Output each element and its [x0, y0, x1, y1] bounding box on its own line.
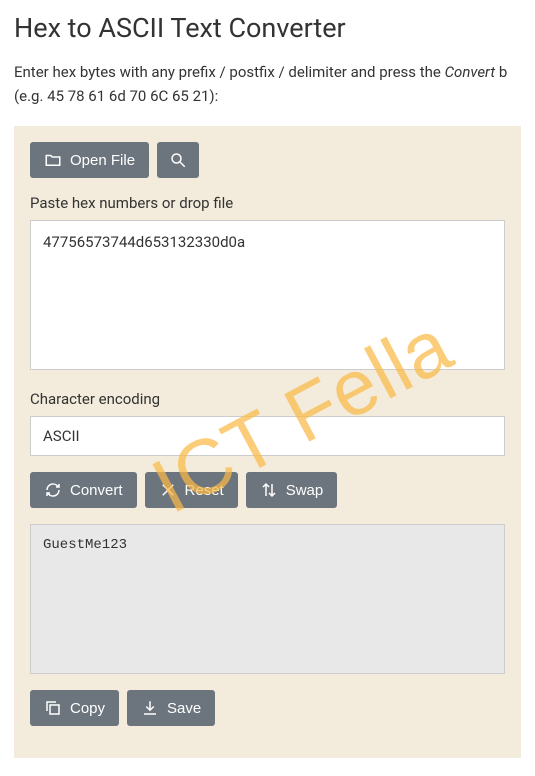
reset-button[interactable]: Reset [145, 472, 238, 508]
refresh-icon [44, 481, 62, 499]
description-convert-word: Convert [445, 63, 496, 81]
encoding-select[interactable] [30, 416, 505, 456]
open-file-label: Open File [70, 152, 135, 169]
output-text: GuestMe123 [30, 524, 505, 674]
description: Enter hex bytes with any prefix / postfi… [14, 60, 521, 108]
hex-input-label: Paste hex numbers or drop file [30, 194, 505, 212]
close-icon [159, 481, 177, 499]
folder-icon [44, 151, 62, 169]
action-toolbar: Convert Reset Swap [30, 472, 505, 508]
copy-icon [44, 699, 62, 717]
swap-icon [260, 481, 278, 499]
converter-panel: Open File Paste hex numbers or drop file… [14, 126, 521, 758]
convert-button[interactable]: Convert [30, 472, 137, 508]
save-label: Save [167, 700, 201, 717]
file-toolbar: Open File [30, 142, 505, 178]
save-button[interactable]: Save [127, 690, 215, 726]
search-icon [169, 151, 187, 169]
search-button[interactable] [157, 142, 199, 178]
copy-label: Copy [70, 700, 105, 717]
download-icon [141, 699, 159, 717]
swap-button[interactable]: Swap [246, 472, 338, 508]
hex-input[interactable] [30, 220, 505, 370]
description-example: (e.g. 45 78 61 6d 70 6C 65 21): [14, 87, 218, 105]
open-file-button[interactable]: Open File [30, 142, 149, 178]
description-text-2: b [495, 63, 507, 81]
reset-label: Reset [185, 482, 224, 499]
page-title: Hex to ASCII Text Converter [14, 12, 521, 44]
swap-label: Swap [286, 482, 324, 499]
description-text-1: Enter hex bytes with any prefix / postfi… [14, 63, 445, 81]
output-toolbar: Copy Save [30, 690, 505, 726]
copy-button[interactable]: Copy [30, 690, 119, 726]
convert-label: Convert [70, 482, 123, 499]
encoding-label: Character encoding [30, 390, 505, 408]
